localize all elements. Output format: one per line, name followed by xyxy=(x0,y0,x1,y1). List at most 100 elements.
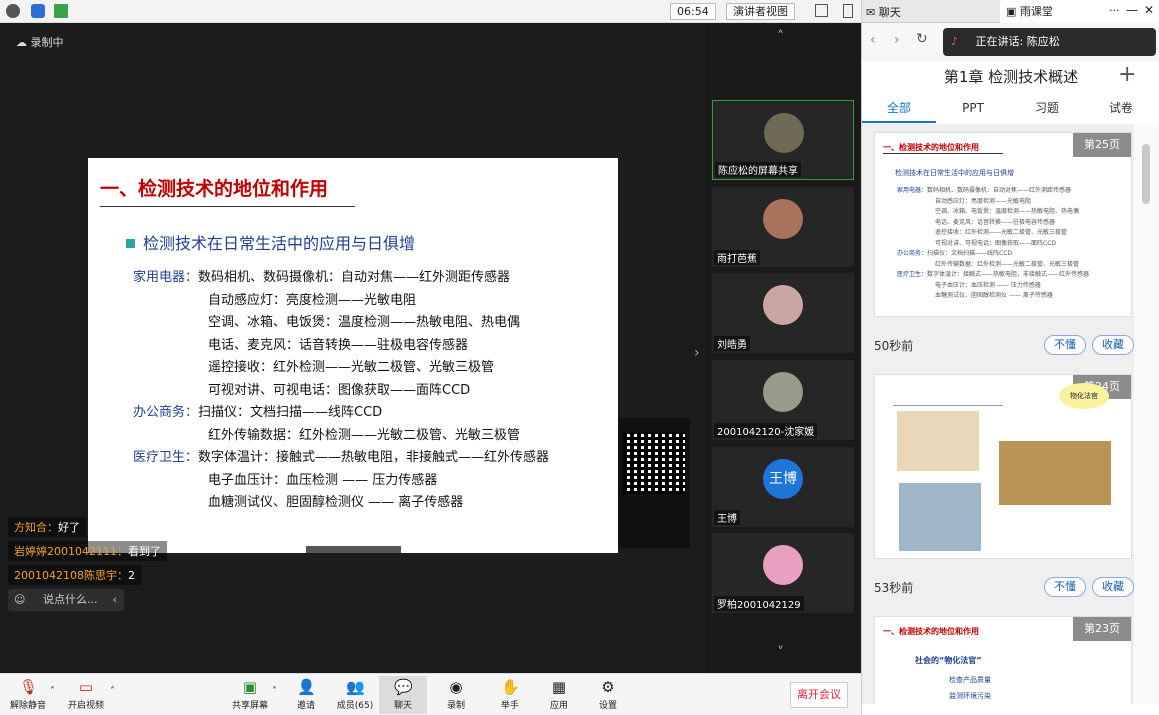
mic-options-chevron-icon[interactable]: ˄ xyxy=(50,686,55,697)
presentation-slide: 一、检测技术的地位和作用 检测技术在日常生活中的应用与日俱增 家用电器：数码相机… xyxy=(88,158,618,553)
favorite-button[interactable]: 收藏 xyxy=(1092,577,1134,597)
thumb-line: 红外传输数据：红外检测——光敏二极管、光敏三极管 xyxy=(935,259,1079,268)
participant-tile[interactable]: 刘皓勇 xyxy=(712,273,854,353)
participant-name: 雨打芭蕉 xyxy=(714,250,760,265)
record-label: 录制 xyxy=(446,701,465,711)
thumb-line: 电话、麦克风：话音转换——驻极电容传感器 xyxy=(935,217,1055,226)
avatar xyxy=(763,199,803,239)
thumb-line-text: 扫描仪：文档扫描——线阵CCD xyxy=(927,250,1013,257)
participant-tile[interactable]: 雨打芭蕉 xyxy=(712,187,854,267)
leave-meeting-button[interactable]: 离开会议 xyxy=(790,682,848,708)
slide-card[interactable]: 第24页 物化法官 xyxy=(874,374,1132,559)
participant-tile[interactable]: 2001042120-沈家媛 xyxy=(712,360,854,440)
scroll-up-icon[interactable]: ˄ xyxy=(777,29,784,45)
participant-tile[interactable]: 陈应松的屏幕共享 xyxy=(712,100,854,180)
back-icon[interactable]: ‹ xyxy=(870,32,876,48)
chat-message: 2001042108陈思宇：2 xyxy=(8,565,141,585)
close-icon[interactable]: ✕ xyxy=(1144,3,1154,17)
collapse-chevron-icon[interactable]: ‹ xyxy=(113,589,117,611)
participant-tile[interactable]: 王博 王博 xyxy=(712,447,854,527)
panel-toggle-icon[interactable] xyxy=(843,4,853,18)
raise-hand-button[interactable]: ✋ 举手 xyxy=(486,676,534,714)
participant-tile[interactable]: 罗柏2001042129 xyxy=(712,533,854,613)
scrollbar-thumb[interactable] xyxy=(1142,144,1150,204)
avatar xyxy=(763,545,803,585)
mic-muted-icon: 🎙 xyxy=(19,678,39,696)
invite-button[interactable]: 👤 邀请 xyxy=(282,676,330,714)
slide-line-text: 电子血压计：血压检测 —— 压力传感器 xyxy=(208,472,438,488)
chat-button[interactable]: 💬 聊天 xyxy=(379,676,427,714)
recording-indicator: ☁ 录制中 xyxy=(16,36,64,49)
chat-sender: 岩婷婷2001042111： xyxy=(14,545,128,558)
refresh-icon[interactable]: ↻ xyxy=(916,31,928,47)
qr-code[interactable] xyxy=(623,432,685,494)
slide-card[interactable]: 第25页 一、检测技术的地位和作用 检测技术在日常生活中的应用与日俱增 家用电器… xyxy=(874,132,1132,317)
slide-line: 电话、麦克风：话音转换——驻极电容传感器 xyxy=(208,334,468,353)
view-mode-dropdown[interactable]: 演讲者视图 xyxy=(726,3,795,20)
fullscreen-icon[interactable] xyxy=(815,4,828,17)
slide-line: 电子血压计：血压检测 —— 压力传感器 xyxy=(208,469,437,488)
more-icon[interactable]: ··· xyxy=(1109,4,1120,17)
window-top-bar: 06:54 演讲者视图 xyxy=(0,0,861,23)
thumb-subtitle: 检测技术在日常生活中的应用与日俱增 xyxy=(895,169,1014,177)
emoji-icon[interactable]: ☺ xyxy=(14,593,25,606)
thumb-image xyxy=(899,483,981,551)
settings-button[interactable]: ⚙ 设置 xyxy=(584,676,632,714)
forward-icon[interactable]: › xyxy=(894,32,900,48)
tab-chat-label: 聊天 xyxy=(878,6,901,19)
slide-line-text: 数字体温计：接触式——热敏电阻，非接触式——红外传感器 xyxy=(198,450,550,465)
unmute-button[interactable]: 🎙 解除静音 xyxy=(4,676,52,714)
dont-understand-button[interactable]: 不懂 xyxy=(1044,577,1086,597)
tab-chat[interactable]: ✉ 聊天 xyxy=(866,4,901,20)
thought-bubble: 物化法官 xyxy=(1059,383,1109,409)
add-icon[interactable]: + xyxy=(1118,62,1136,87)
thumb-bullet: 检查产品质量 xyxy=(949,676,991,684)
qr-code-panel[interactable] xyxy=(618,418,690,548)
thumb-line-text: 电子血压计：血压检测 —— 压力传感器 xyxy=(935,281,1041,289)
page-badge: 第23页 xyxy=(1073,617,1131,641)
video-options-chevron-icon[interactable]: ˄ xyxy=(110,686,115,697)
invite-icon: 👤 xyxy=(297,678,316,696)
start-video-button[interactable]: ▭ 开启视频 xyxy=(62,676,110,714)
chevron-right-icon[interactable]: › xyxy=(694,345,700,361)
record-button[interactable]: ◉ 录制 xyxy=(432,676,480,714)
chat-sender: 方知合： xyxy=(14,521,58,534)
scroll-down-icon[interactable]: ˅ xyxy=(777,645,784,661)
invite-label: 邀请 xyxy=(296,701,315,711)
share-screen-button[interactable]: ▣ 共享屏幕 xyxy=(226,676,274,714)
participants-column: ˄ 陈应松的屏幕共享 雨打芭蕉 刘皓勇 2001042120-沈家媛 王博 王博… xyxy=(705,23,861,673)
slide-line-text: 红外传输数据：红外检测——光敏二极管、光敏三极管 xyxy=(208,427,521,443)
thumb-line: 办公商务：扫描仪：文档扫描——线阵CCD xyxy=(897,248,1012,257)
slide-line-text: 可视对讲、可视电话：图像获取——面阵CCD xyxy=(208,382,471,398)
apps-button[interactable]: ▦ 应用 xyxy=(535,676,583,714)
feed-scrollbar[interactable] xyxy=(1134,124,1159,704)
content-filter-tabs: 全部 PPT 习题 试卷 xyxy=(862,95,1159,123)
thumb-line: 电子血压计：血压检测 —— 压力传感器 xyxy=(935,280,1041,289)
slide-line-text: 血糖测试仪、胆固醇检测仪 —— 离子传感器 xyxy=(208,495,464,510)
avatar xyxy=(764,113,804,153)
members-button[interactable]: 👥 成员(65) xyxy=(331,676,379,714)
shield-icon[interactable] xyxy=(31,4,45,18)
slide-category: 医疗卫生： xyxy=(133,450,199,465)
tab-exercises[interactable]: 习题 xyxy=(1010,95,1084,121)
tab-ppt[interactable]: PPT xyxy=(936,95,1010,121)
dont-understand-button[interactable]: 不懂 xyxy=(1044,335,1086,355)
thumb-line: 血糖测试仪、胆固醇检测仪 —— 离子传感器 xyxy=(935,290,1053,299)
tab-all[interactable]: 全部 xyxy=(862,95,936,123)
favorite-button[interactable]: 收藏 xyxy=(1092,335,1134,355)
thumb-line-text: 电话、麦克风：话音转换——驻极电容传感器 xyxy=(935,218,1056,226)
share-options-chevron-icon[interactable]: ˄ xyxy=(272,686,277,697)
thumb-title: 一、检测技术的地位和作用 xyxy=(883,143,979,152)
chat-input[interactable]: ☺ 说点什么... ‹ xyxy=(8,589,124,611)
chat-icon: 💬 xyxy=(394,678,413,696)
info-icon[interactable] xyxy=(6,4,20,18)
minimize-icon[interactable]: — xyxy=(1126,3,1138,17)
chat-text: 好了 xyxy=(58,521,80,534)
record-icon: ◉ xyxy=(449,678,463,696)
slide-card[interactable]: 第23页 一、检测技术的地位和作用 社会的“物化法官” 检查产品质量 监测环境污… xyxy=(874,616,1132,704)
tab-papers[interactable]: 试卷 xyxy=(1084,95,1158,121)
thumb-line: 自动感应灯：亮度检测——光敏电阻 xyxy=(935,196,1031,205)
share-screen-label: 共享屏幕 xyxy=(231,701,268,711)
thumb-line-text: 遥控接收：红外检测——光敏二极管、光敏三极管 xyxy=(935,229,1068,236)
thumb-line-text: 数字体温计：接触式——热敏电阻，非接触式——红外传感器 xyxy=(927,271,1090,278)
